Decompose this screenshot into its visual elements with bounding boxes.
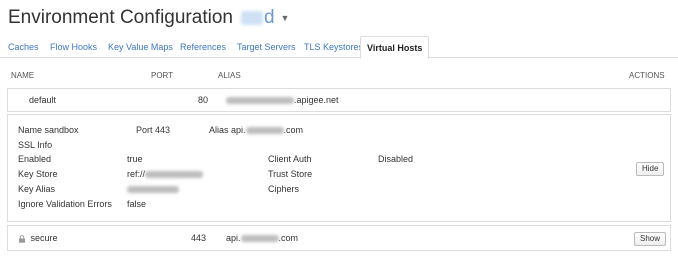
key-store-label: Key Store	[18, 169, 58, 179]
column-header-name: NAME	[11, 71, 35, 80]
tab-references[interactable]: References	[174, 36, 232, 58]
show-button[interactable]: Show	[634, 232, 667, 246]
trust-store-label: Trust Store	[268, 169, 313, 179]
page-header: Environment Configuration d ▼	[8, 6, 289, 30]
key-alias-label: Key Alias	[18, 184, 56, 194]
hide-button[interactable]: Hide	[636, 162, 665, 176]
alias-suffix: .apigee.net	[294, 95, 339, 105]
tab-target-servers[interactable]: Target Servers	[231, 36, 302, 58]
tab-flow-hooks[interactable]: Flow Hooks	[44, 36, 103, 58]
port-label: Port	[136, 125, 153, 135]
name-label: Name	[18, 125, 43, 135]
client-auth-value: Disabled	[378, 154, 414, 164]
alias-suffix: .com	[283, 125, 304, 135]
detail-name: Name sandbox	[18, 125, 79, 135]
table-row-default[interactable]: default 80 .apigee.net	[7, 88, 671, 112]
alias-label: Alias	[209, 125, 229, 135]
alias-prefix: api.	[226, 233, 241, 243]
host-alias: api. .com	[226, 233, 298, 243]
redacted-key-alias	[127, 186, 179, 194]
environment-selector[interactable]: d	[240, 7, 275, 29]
redacted-key-store	[145, 171, 204, 179]
ssl-info-label: SSL Info	[18, 140, 53, 150]
host-name-cell: secure	[18, 233, 58, 243]
table-row-sandbox-expanded: Name sandbox Port 443 Alias api. .com SSL…	[7, 114, 671, 222]
tab-tls-keystores[interactable]: TLS Keystores	[298, 36, 369, 58]
host-name: default	[29, 95, 57, 105]
detail-alias: Alias api. .com	[209, 125, 303, 135]
redacted-alias	[226, 97, 294, 105]
tab-key-value-maps[interactable]: Key Value Maps	[102, 36, 179, 58]
redacted-env-name	[240, 10, 263, 25]
redacted-alias	[245, 127, 284, 135]
table-row-secure[interactable]: secure 443 api. .com Show	[7, 225, 671, 251]
port-value: 443	[155, 125, 171, 135]
tab-bar: Caches Flow Hooks Key Value Maps Referen…	[0, 36, 678, 59]
redacted-alias	[240, 235, 279, 243]
alias-prefix: api.	[231, 125, 246, 135]
tab-caches[interactable]: Caches	[2, 36, 45, 58]
alias-suffix: .com	[278, 233, 299, 243]
column-header-actions: ACTIONS	[629, 71, 665, 80]
key-alias-value	[127, 184, 179, 194]
ciphers-label: Ciphers	[268, 184, 300, 194]
enabled-label: Enabled	[18, 154, 52, 164]
tab-virtual-hosts[interactable]: Virtual Hosts	[360, 36, 430, 59]
client-auth-label: Client Auth	[268, 154, 312, 164]
ignore-errors-value: false	[127, 199, 147, 209]
column-header-alias: ALIAS	[218, 71, 241, 80]
column-header-port: PORT	[151, 71, 174, 80]
caret-down-icon[interactable]: ▼	[281, 13, 290, 23]
host-alias: .apigee.net	[226, 95, 339, 105]
key-store-prefix: ref://	[127, 169, 146, 179]
enabled-value: true	[127, 154, 143, 164]
detail-port: Port 443	[136, 125, 170, 135]
key-store-value: ref://	[127, 169, 204, 179]
host-port: 443	[191, 233, 207, 243]
page-title: Environment Configuration	[8, 7, 233, 28]
env-name-suffix: d	[263, 7, 275, 28]
host-name: secure	[30, 233, 58, 243]
lock-icon	[19, 234, 25, 243]
ignore-errors-label: Ignore Validation Errors	[18, 199, 112, 209]
host-port: 80	[198, 95, 209, 105]
name-value: sandbox	[44, 125, 79, 135]
